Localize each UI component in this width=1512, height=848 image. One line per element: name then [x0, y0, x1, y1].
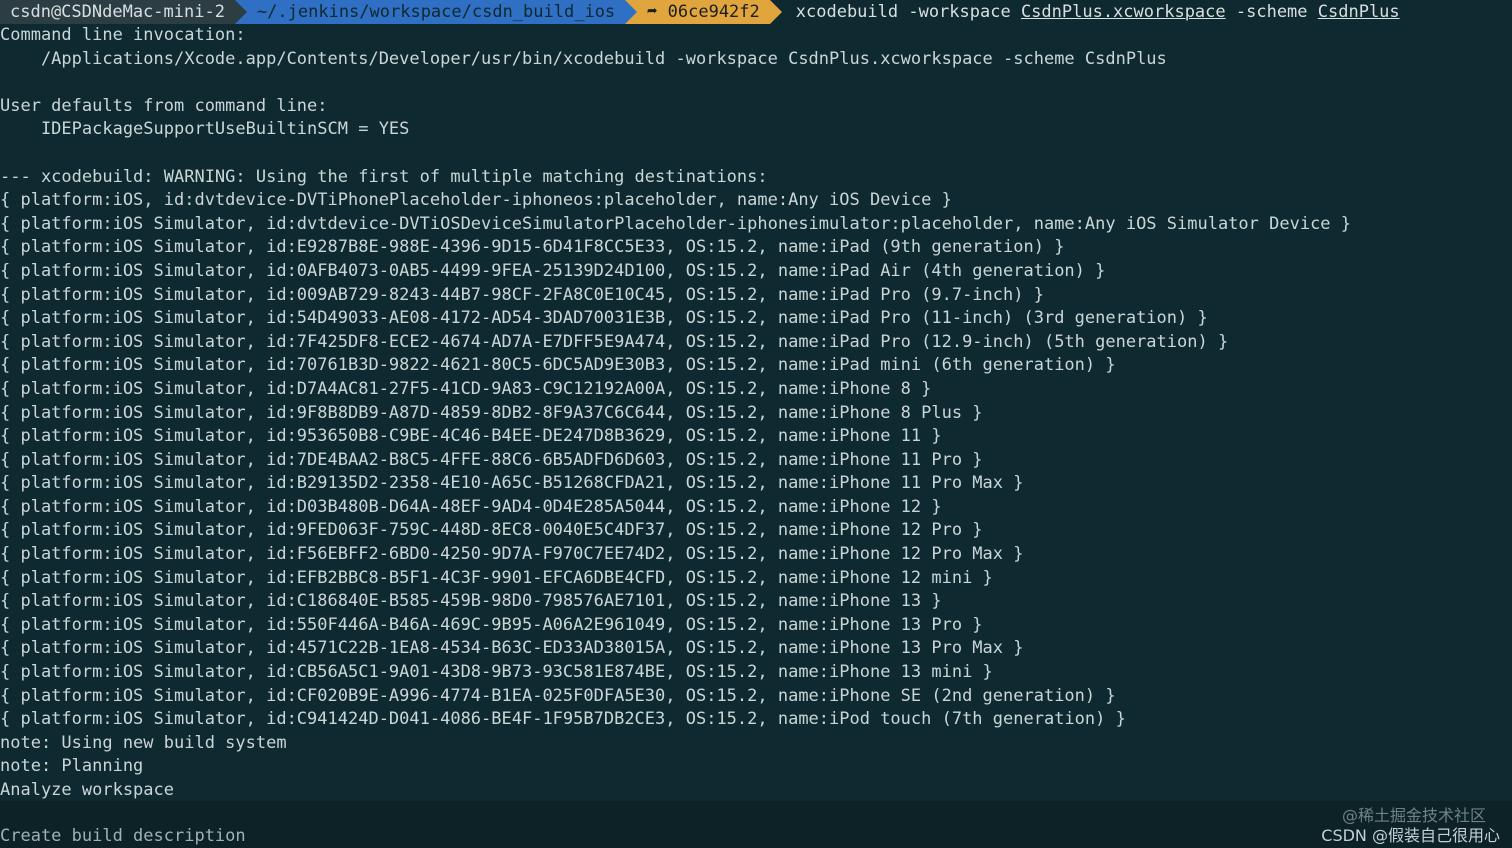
- watermark-csdn: CSDN @假装自己很用心: [1321, 826, 1500, 845]
- output-line: Analyze workspace: [0, 780, 174, 800]
- shell-prompt: csdn@CSDNdeMac-mini-2 ~/.jenkins/workspa…: [0, 0, 1512, 24]
- command-scheme-flag: -scheme: [1225, 2, 1318, 22]
- output-line: { platform:iOS Simulator, id:D03B480B-D6…: [0, 496, 942, 517]
- prompt-git-branch: ➦ 06ce942f2: [637, 0, 770, 24]
- output-line: { platform:iOS Simulator, id:E9287B8E-98…: [0, 237, 1065, 258]
- output-line: { platform:iOS Simulator, id:C186840E-B5…: [0, 591, 942, 612]
- output-line: { platform:iOS Simulator, id:CF020B9E-A9…: [0, 685, 1116, 706]
- output-line: { platform:iOS Simulator, id:EFB2BBC8-B5…: [0, 567, 993, 588]
- prompt-working-directory: ~/.jenkins/workspace/csdn_build_ios: [246, 0, 626, 24]
- output-line: { platform:iOS Simulator, id:70761B3D-98…: [0, 355, 1116, 376]
- prompt-separator-arrow: [625, 0, 638, 24]
- output-line: { platform:iOS Simulator, id:54D49033-AE…: [0, 308, 1208, 329]
- output-line: { platform:iOS Simulator, id:F56EBFF2-6B…: [0, 544, 1024, 565]
- output-line: { platform:iOS Simulator, id:9F8B8DB9-A8…: [0, 402, 983, 423]
- output-line: note: Planning: [0, 756, 144, 777]
- output-line: { platform:iOS Simulator, id:CB56A5C1-9A…: [0, 662, 993, 683]
- output-line: Command line invocation:: [0, 25, 246, 45]
- output-line: { platform:iOS Simulator, id:B29135D2-23…: [0, 473, 1024, 494]
- prompt-separator-arrow: [234, 0, 247, 24]
- command-prefix: xcodebuild -workspace: [795, 2, 1021, 22]
- output-line: { platform:iOS Simulator, id:550F446A-B4…: [0, 614, 983, 635]
- output-line: { platform:iOS Simulator, id:D7A4AC81-27…: [0, 378, 932, 399]
- output-line: { platform:iOS Simulator, id:C941424D-D0…: [0, 709, 1126, 730]
- command-scheme-arg: CsdnPlus: [1317, 2, 1400, 22]
- output-line: { platform:iOS Simulator, id:0AFB4073-0A…: [0, 260, 1106, 281]
- output-line: --- xcodebuild: WARNING: Using the first…: [0, 166, 768, 187]
- command-workspace-arg: CsdnPlus.xcworkspace: [1020, 2, 1226, 22]
- output-line: note: Using new build system: [0, 732, 287, 753]
- terminal-output: Command line invocation: /Applications/X…: [0, 24, 1512, 803]
- prompt-separator-arrow: [769, 0, 782, 24]
- output-line: { platform:iOS Simulator, id:009AB729-82…: [0, 284, 1044, 305]
- output-line: { platform:iOS Simulator, id:dvtdevice-D…: [0, 213, 1352, 234]
- output-line: { platform:iOS Simulator, id:7F425DF8-EC…: [0, 331, 1229, 352]
- prompt-user-host: csdn@CSDNdeMac-mini-2: [0, 0, 235, 24]
- terminal-window[interactable]: csdn@CSDNdeMac-mini-2 ~/.jenkins/workspa…: [0, 0, 1512, 848]
- typed-command[interactable]: xcodebuild -workspace CsdnPlus.xcworkspa…: [782, 2, 1400, 22]
- output-line: /Applications/Xcode.app/Contents/Develop…: [0, 48, 1167, 69]
- output-line: User defaults from command line:: [0, 95, 328, 116]
- output-line: IDEPackageSupportUseBuiltinSCM = YES: [0, 119, 410, 140]
- output-line: { platform:iOS Simulator, id:953650B8-C9…: [0, 426, 942, 447]
- output-line-current: Create build description: [0, 826, 246, 846]
- output-line: { platform:iOS, id:dvtdevice-DVTiPhonePl…: [0, 190, 952, 211]
- output-line: { platform:iOS Simulator, id:9FED063F-75…: [0, 520, 983, 541]
- output-line: { platform:iOS Simulator, id:7DE4BAA2-B8…: [0, 449, 983, 470]
- output-line: { platform:iOS Simulator, id:4571C22B-1E…: [0, 638, 1024, 659]
